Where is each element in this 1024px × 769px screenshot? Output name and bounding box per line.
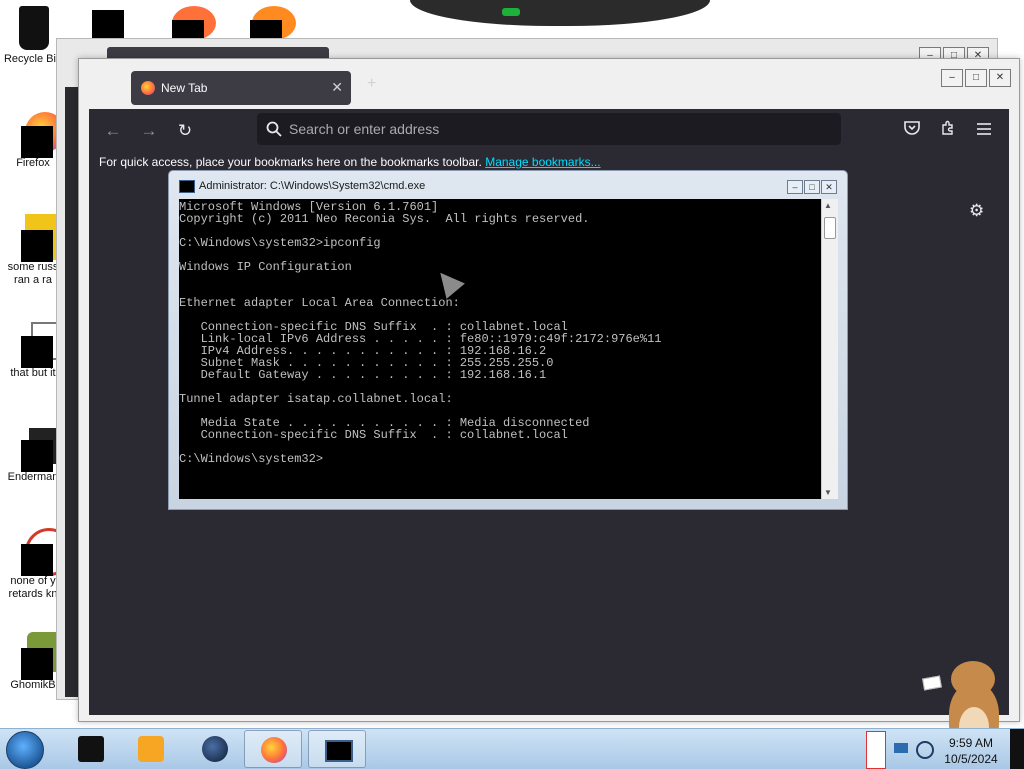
document-icon: [11, 214, 67, 262]
show-desktop-button[interactable]: [1010, 729, 1024, 769]
tab-title: New Tab: [161, 81, 208, 95]
clock-time: 9:59 AM: [948, 736, 994, 750]
taskbar: 9:59 AM 10/5/2024: [0, 728, 1024, 769]
reload-button[interactable]: ↻: [173, 120, 197, 142]
bookmarks-toolbar: For quick access, place your bookmarks h…: [99, 155, 601, 169]
firefox-icon: [11, 110, 65, 158]
cmd-window[interactable]: Administrator: C:\Windows\System32\cmd.e…: [168, 170, 848, 510]
cmd-titlebar[interactable]: Administrator: C:\Windows\System32\cmd.e…: [169, 171, 847, 197]
top-decoration: [410, 0, 710, 26]
paper-icon: [922, 675, 942, 691]
globe-icon: [202, 736, 228, 762]
desktop: Recycle Bin Firefox some russ ran a ra t…: [0, 0, 1024, 753]
search-icon: [266, 121, 282, 137]
console-output[interactable]: Microsoft Windows [Version 6.1.7601] Cop…: [179, 199, 821, 499]
tab-bar: New Tab ✕ + ‒ □ ✕: [79, 59, 1019, 109]
volume-icon[interactable]: [916, 741, 934, 759]
shortcut-icon: [11, 320, 69, 368]
menu-icon[interactable]: [973, 120, 995, 142]
manage-bookmarks-link[interactable]: Manage bookmarks...: [485, 155, 600, 169]
back-button[interactable]: ←: [101, 120, 125, 142]
cmd-icon: [325, 740, 353, 762]
media-player-icon: [138, 736, 164, 762]
led-icon: [502, 8, 520, 16]
extensions-icon[interactable]: [937, 120, 959, 142]
firefox-icon: [141, 81, 155, 95]
nav-toolbar: ← → ↻ Search or enter address: [89, 109, 1009, 153]
partial-desktop-icon[interactable]: [92, 10, 124, 38]
hamster-head: [951, 661, 995, 697]
taskbar-media-player[interactable]: [122, 730, 178, 766]
minimize-icon[interactable]: ‒: [941, 69, 963, 87]
maximize-icon[interactable]: □: [804, 180, 820, 194]
console-text: Microsoft Windows [Version 6.1.7601] Cop…: [179, 200, 662, 466]
maximize-icon[interactable]: □: [965, 69, 987, 87]
settings-gear-icon[interactable]: ⚙: [969, 201, 984, 221]
forward-button[interactable]: →: [137, 120, 161, 142]
new-tab-button[interactable]: +: [367, 75, 376, 93]
taskbar-cmd[interactable]: [308, 730, 366, 768]
scroll-up-icon[interactable]: ▲: [824, 201, 832, 210]
vertical-scrollbar[interactable]: ▲ ▼: [821, 199, 838, 499]
minimize-icon[interactable]: ‒: [787, 180, 803, 194]
clock[interactable]: 9:59 AM 10/5/2024: [936, 735, 1006, 767]
close-icon[interactable]: ✕: [989, 69, 1011, 87]
notification-icon[interactable]: [866, 731, 886, 769]
network-icon[interactable]: [894, 743, 908, 753]
tab-new-tab[interactable]: New Tab ✕: [131, 71, 351, 105]
scroll-thumb[interactable]: [824, 217, 836, 239]
system-tray: 9:59 AM 10/5/2024: [866, 731, 1016, 769]
start-button[interactable]: [6, 731, 44, 769]
window-controls: ‒ □ ✕: [941, 69, 1011, 87]
close-icon[interactable]: ✕: [821, 180, 837, 194]
cmd-window-controls: ‒ □ ✕: [787, 180, 837, 194]
clock-date: 10/5/2024: [944, 752, 998, 766]
cmd-title: Administrator: C:\Windows\System32\cmd.e…: [199, 180, 426, 192]
video-icon: [11, 424, 67, 472]
cmd-icon: [179, 180, 195, 193]
url-bar[interactable]: Search or enter address: [257, 113, 841, 145]
close-icon[interactable]: ✕: [331, 79, 343, 96]
taskbar-firefox[interactable]: [244, 730, 302, 768]
firefox-icon: [261, 737, 287, 763]
app-icon: [78, 736, 104, 762]
recycle-bin-icon: [11, 6, 55, 50]
taskbar-globe[interactable]: [186, 730, 242, 766]
hamster-icon: [11, 632, 67, 680]
bookmarks-prompt: For quick access, place your bookmarks h…: [99, 155, 482, 169]
scroll-down-icon[interactable]: ▼: [824, 488, 832, 497]
pocket-icon[interactable]: [901, 120, 923, 142]
taskbar-app-1[interactable]: [62, 730, 118, 766]
app-icon: [11, 528, 73, 576]
url-placeholder: Search or enter address: [289, 121, 440, 137]
